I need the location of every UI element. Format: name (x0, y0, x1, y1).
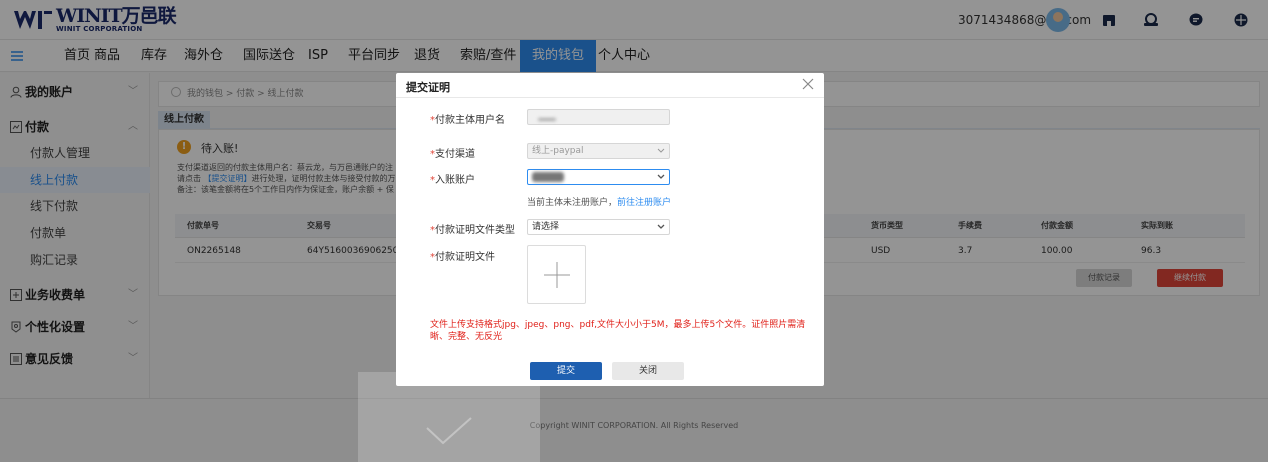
file-upload-box[interactable] (527, 245, 586, 304)
chevron-down-icon (657, 220, 665, 234)
dialog-title: 提交证明 (406, 81, 450, 94)
proof-type-select[interactable]: 请选择 (527, 219, 670, 235)
proof-type-label: *付款证明文件类型 (430, 225, 515, 236)
proof-file-label: *付款证明文件 (430, 252, 495, 263)
checkmark-icon (426, 417, 472, 445)
chevron-down-icon (657, 170, 665, 184)
submit-proof-dialog: 提交证明 *付款主体用户名 *支付渠道 线上-paypal *入账账户 当前主体… (396, 73, 824, 386)
payer-name-field (527, 109, 670, 125)
submit-button[interactable]: 提交 (530, 362, 602, 380)
account-select[interactable] (527, 169, 670, 185)
channel-select: 线上-paypal (527, 143, 670, 159)
upload-notice: 文件上传支持格式jpg、jpeg、png、pdf,文件大小小于5M，最多上传5个… (430, 320, 806, 342)
redacted-value (538, 118, 556, 121)
register-account-link[interactable]: 前往注册账户 (617, 198, 671, 208)
redacted-value (532, 172, 564, 182)
account-label: *入账账户 (430, 175, 475, 186)
payer-name-label: *付款主体用户名 (430, 115, 505, 126)
chevron-down-icon (657, 144, 665, 158)
channel-label: *支付渠道 (430, 149, 475, 160)
close-icon[interactable] (801, 77, 815, 91)
close-button[interactable]: 关闭 (612, 362, 684, 380)
dialog-divider (396, 97, 824, 98)
register-hint: 当前主体未注册账户，前往注册账户 (527, 198, 672, 208)
plus-icon (544, 262, 570, 288)
